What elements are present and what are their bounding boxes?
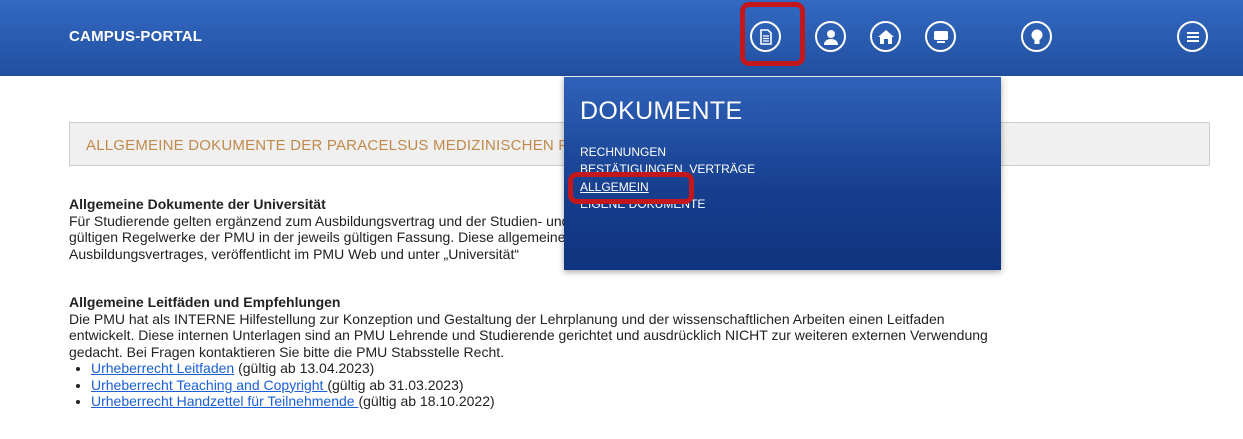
dropdown-title: DOKUMENTE (580, 97, 743, 125)
guidelines-section: Allgemeine Leitfäden und Empfehlungen Di… (69, 294, 1229, 410)
validity-note: (gültig ab 13.04.2023) (234, 360, 375, 376)
validity-note: (gültig ab 31.03.2023) (327, 376, 464, 393)
menu-item-invoices[interactable]: RECHNUNGEN (580, 145, 666, 159)
teaching-copyright-link[interactable]: Urheberrecht Teaching and Copyright (91, 377, 327, 393)
list-item: Urheberrecht Leitfaden (gültig ab 13.04.… (91, 360, 1229, 377)
home-icon (877, 29, 895, 45)
ideas-button[interactable] (1021, 21, 1052, 52)
top-navigation-bar: CAMPUS-PORTAL (0, 0, 1243, 76)
main-menu-button[interactable] (1177, 21, 1208, 52)
validity-note: (gültig ab 18.10.2022) (358, 393, 495, 409)
menu-icon (1186, 31, 1200, 43)
monitor-icon (933, 30, 949, 44)
document-link-list: Urheberrecht Leitfaden (gültig ab 13.04.… (69, 360, 1229, 410)
list-item: Urheberrecht Handzettel für Teilnehmende… (91, 393, 1229, 410)
section-text-line: Die PMU hat als INTERNE Hilfestellung zu… (69, 310, 945, 327)
monitor-button[interactable] (925, 21, 956, 52)
portal-title[interactable]: CAMPUS-PORTAL (69, 28, 202, 45)
participant-handout-link[interactable]: Urheberrecht Handzettel für Teilnehmende (91, 393, 358, 409)
profile-button[interactable] (815, 21, 846, 52)
user-icon (823, 28, 839, 46)
section-text-line: gedacht. Bei Fragen kontaktieren Sie bit… (69, 343, 505, 360)
section-text-line: entwickelt. Diese internen Unterlagen si… (69, 327, 988, 343)
documents-dropdown-menu: DOKUMENTE RECHNUNGEN BESTÄTIGUNGEN, VERT… (564, 77, 1001, 270)
home-button[interactable] (870, 21, 901, 52)
lightbulb-icon (1030, 28, 1044, 46)
copyright-guide-link[interactable]: Urheberrecht Leitfaden (91, 360, 234, 376)
general-item-highlight (568, 172, 694, 204)
documents-button-highlight (740, 2, 805, 66)
list-item: Urheberrecht Teaching and Copyright (gül… (91, 377, 1229, 394)
section-title: Allgemeine Leitfäden und Empfehlungen (69, 294, 341, 310)
